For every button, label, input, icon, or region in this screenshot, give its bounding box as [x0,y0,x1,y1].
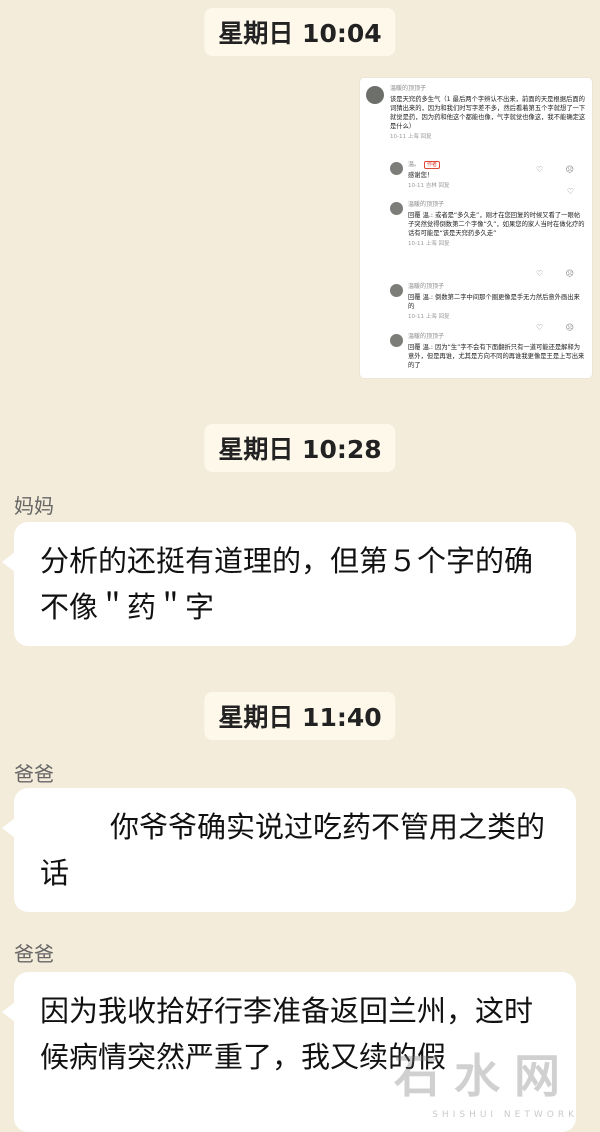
comment-item: 温暖的顶顶子 回覆 温.: 因为“生”字不会有下面翻折只有一道可能还是解释为意外… [390,332,586,376]
comment-meta: 10-11 上海 回复 [408,241,450,247]
comment-meta: 10-11 上海 回复 [390,134,432,140]
like-icon: ♡ [566,187,584,196]
image-message[interactable]: 温暖的顶顶子 该是天窍药多生气（1 最后两个字辨认不出来，前面的天是根据后面的词… [360,78,592,378]
comment-text: 回覆 温.: 或者是“多久走”，刚才在您回复的时候又看了一眼帖子突然觉得倒数第二… [408,212,585,237]
comment-author: 温暖的顶顶子 [408,201,445,208]
comment-author: 温暖的顶顶子 [408,333,445,340]
sender-name: 爸爸 [14,762,54,786]
timestamp: 星期日 10:28 [204,424,396,472]
avatar [366,86,384,104]
watermark-subtitle: SHISHUI NETWORK [432,1110,578,1120]
avatar [390,162,403,175]
comment-text: 回覆 温.: 倒数第二字中间那个圈更像是手无力然后意外画出来的 [408,294,580,310]
comment-meta: 10-11 吉林 回复 [408,183,450,189]
comment-meta: 10-11 上海 回复 [408,314,450,320]
comment-text: 该是天窍药多生气（1 最后两个字辨认不出来，前面的天是根据后面的词猜出来的，因为… [390,96,586,130]
message-text: 分析的还挺有道理的，但第５个字的确不像＂药＂字 [40,544,534,624]
comment-author: 温。 [408,161,421,168]
sender-name: 爸爸 [14,942,54,966]
author-badge: 作者 [424,161,441,169]
timestamp: 星期日 10:04 [204,8,396,56]
comment-item: 温暖的顶顶子 回覆 温.: 或者是“多久走”，刚才在您回复的时候又看了一眼帖子突… [390,200,586,278]
avatar [390,284,403,297]
message-bubble[interactable]: 你爷爷确实说过吃药不管用之类的话 [2,788,576,912]
watermark: 石水网 [394,1049,574,1103]
comment-item: 温暖的顶顶子 回覆 温.: 倒数第二字中间那个圈更像是手无力然后意外画出来的 1… [390,282,586,332]
like-icon: ♡ ☹ [535,323,584,332]
comment-item: 温。 作者 感谢您！ 10-11 吉林 回复 ♡ [390,160,586,196]
comment-text: 感谢您！ [408,172,434,179]
avatar [390,334,403,347]
comment-author: 温暖的顶顶子 [408,283,445,290]
message-bubble[interactable]: 分析的还挺有道理的，但第５个字的确不像＂药＂字 [2,522,576,646]
timestamp: 星期日 11:40 [204,692,396,740]
comment-text: 回覆 温.: 因为“生”字不会有下面翻折只有一道可能还是解释为意外，但是再谁，尤… [408,344,585,369]
avatar [390,202,403,215]
sender-name: 妈妈 [14,494,54,518]
message-text: 你爷爷确实说过吃药不管用之类的话 [40,810,546,890]
comment-author: 温暖的顶顶子 [390,85,427,92]
like-icon: ♡ ☹ [535,269,584,278]
